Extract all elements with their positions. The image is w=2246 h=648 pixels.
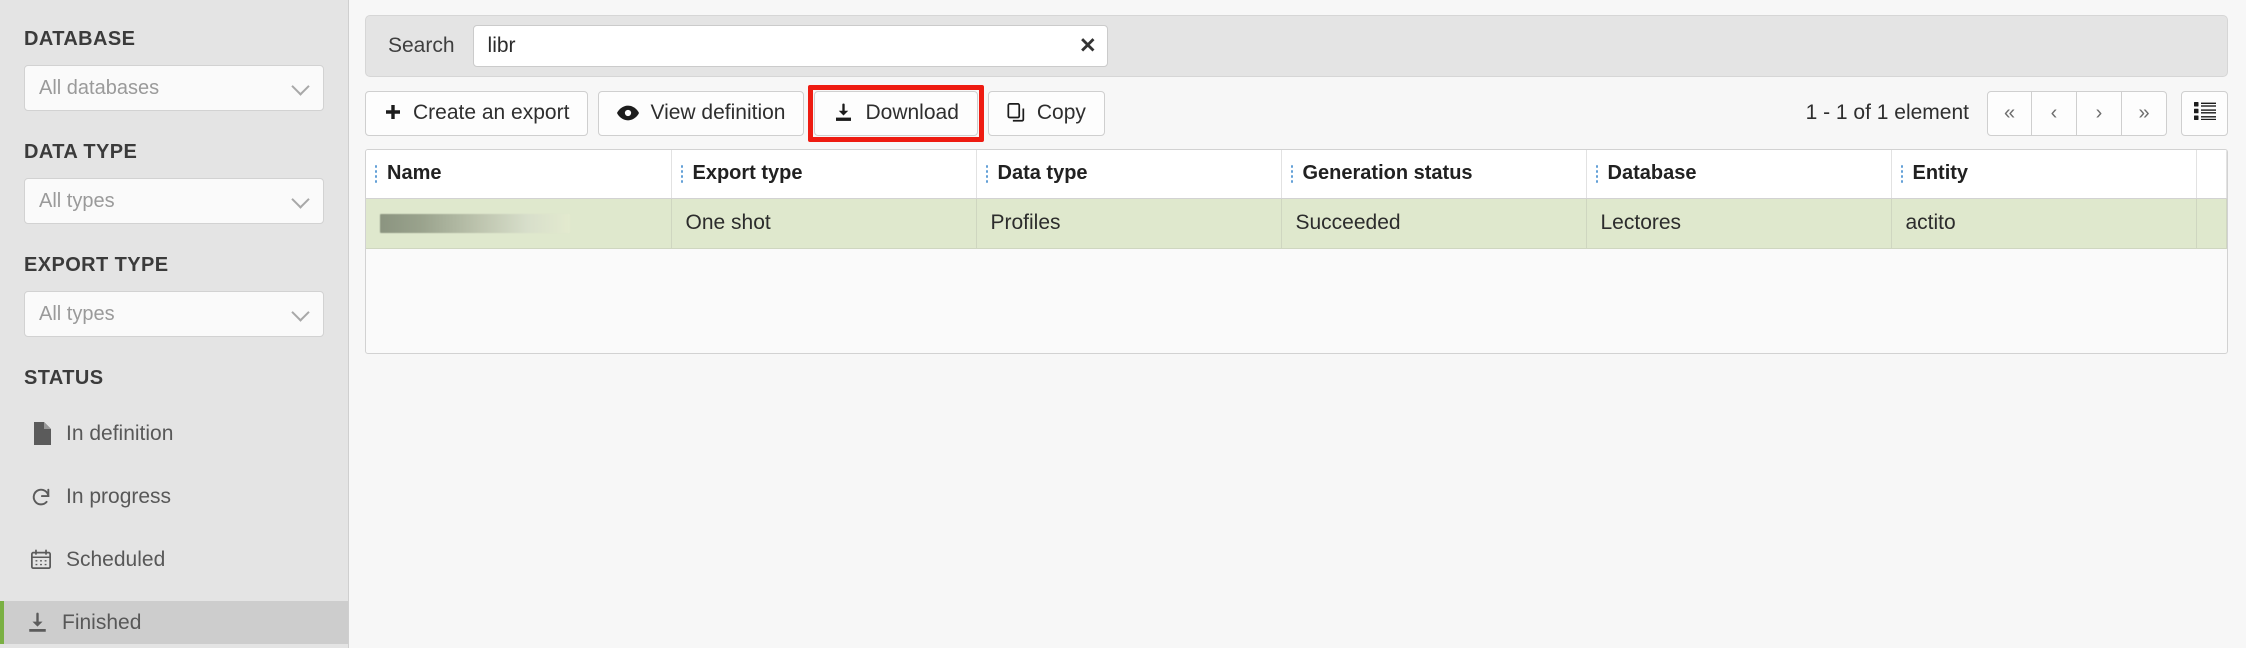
cell-entity: actito bbox=[1891, 198, 2196, 248]
sidebar-item-label: In definition bbox=[66, 422, 173, 446]
create-an-export-button[interactable]: Create an export bbox=[365, 91, 588, 136]
database-select[interactable]: All databases bbox=[24, 65, 324, 111]
column-header-data-type[interactable]: Data type bbox=[976, 150, 1281, 198]
button-label: View definition bbox=[650, 101, 785, 125]
export-type-select-value: All types bbox=[39, 303, 115, 326]
cell-data-type: Profiles bbox=[976, 198, 1281, 248]
cell-spacer bbox=[2196, 198, 2227, 248]
first-page-button[interactable]: « bbox=[1987, 91, 2032, 136]
sidebar-item-in-progress[interactable]: In progress bbox=[0, 475, 348, 518]
data-type-select-value: All types bbox=[39, 190, 115, 213]
drag-handle-icon[interactable] bbox=[680, 164, 684, 184]
copy-button[interactable]: Copy bbox=[988, 91, 1105, 136]
prev-page-button[interactable]: ‹ bbox=[2032, 91, 2077, 136]
column-header-generation-status[interactable]: Generation status bbox=[1281, 150, 1586, 198]
sidebar-item-finished[interactable]: Finished bbox=[0, 601, 348, 644]
database-select-value: All databases bbox=[39, 77, 159, 100]
next-page-button[interactable]: › bbox=[2077, 91, 2122, 136]
filters-sidebar: DATABASE All databases DATA TYPE All typ… bbox=[0, 0, 349, 648]
drag-handle-icon[interactable] bbox=[1595, 164, 1599, 184]
filter-group-database: DATABASE All databases bbox=[0, 0, 348, 111]
download-button[interactable]: Download bbox=[814, 91, 977, 136]
filter-group-export-type: EXPORT TYPE All types bbox=[0, 254, 348, 337]
column-header-label: Entity bbox=[1913, 162, 1969, 185]
column-header-name[interactable]: Name bbox=[366, 150, 671, 198]
table-body: One shot Profiles Succeeded Lectores act… bbox=[366, 198, 2227, 248]
copy-icon bbox=[1007, 103, 1026, 123]
list-view-icon bbox=[2194, 102, 2216, 125]
pagination-buttons: « ‹ › » bbox=[1987, 91, 2167, 136]
action-toolbar: Create an export View definition Downloa… bbox=[365, 89, 2228, 137]
calendar-icon bbox=[28, 549, 54, 570]
column-header-spacer bbox=[2196, 150, 2227, 198]
cell-generation-status: Succeeded bbox=[1281, 198, 1586, 248]
filter-label-database: DATABASE bbox=[24, 28, 324, 51]
column-header-entity[interactable]: Entity bbox=[1891, 150, 2196, 198]
close-icon[interactable]: ✕ bbox=[1079, 36, 1097, 57]
exports-table: Name Export type Data type Generation st… bbox=[366, 150, 2227, 249]
table-row[interactable]: One shot Profiles Succeeded Lectores act… bbox=[366, 198, 2227, 248]
column-header-export-type[interactable]: Export type bbox=[671, 150, 976, 198]
eye-icon bbox=[617, 105, 639, 121]
sidebar-item-label: Scheduled bbox=[66, 548, 165, 572]
cell-export-type: One shot bbox=[671, 198, 976, 248]
filter-label-data-type: DATA TYPE bbox=[24, 141, 324, 164]
cell-name bbox=[366, 198, 671, 248]
column-header-label: Export type bbox=[693, 162, 803, 185]
filter-group-data-type: DATA TYPE All types bbox=[0, 141, 348, 224]
search-input-wrapper[interactable]: ✕ bbox=[473, 25, 1108, 67]
data-type-select[interactable]: All types bbox=[24, 178, 324, 224]
plus-icon bbox=[384, 104, 402, 122]
exports-table-panel: Name Export type Data type Generation st… bbox=[365, 149, 2228, 354]
view-definition-button[interactable]: View definition bbox=[598, 91, 804, 136]
sidebar-item-in-definition[interactable]: In definition bbox=[0, 412, 348, 455]
download-icon bbox=[24, 612, 50, 634]
main-content: Search ✕ Create an export View definitio… bbox=[349, 0, 2246, 648]
pagination-count: 1 - 1 of 1 element bbox=[1806, 101, 1969, 125]
column-header-database[interactable]: Database bbox=[1586, 150, 1891, 198]
pagination-area: 1 - 1 of 1 element « ‹ › » bbox=[1806, 91, 2228, 136]
sidebar-item-label: Finished bbox=[62, 611, 141, 635]
download-icon bbox=[833, 103, 854, 123]
search-panel: Search ✕ bbox=[365, 15, 2228, 77]
button-label: Download bbox=[865, 101, 958, 125]
export-type-select[interactable]: All types bbox=[24, 291, 324, 337]
filter-label-export-type: EXPORT TYPE bbox=[24, 254, 324, 277]
drag-handle-icon[interactable] bbox=[1900, 164, 1904, 184]
table-header: Name Export type Data type Generation st… bbox=[366, 150, 2227, 198]
sidebar-item-scheduled[interactable]: Scheduled bbox=[0, 538, 348, 581]
column-header-label: Name bbox=[387, 162, 441, 185]
redacted-name-value bbox=[380, 214, 570, 233]
last-page-button[interactable]: » bbox=[2122, 91, 2167, 136]
drag-handle-icon[interactable] bbox=[374, 164, 378, 184]
list-view-button[interactable] bbox=[2181, 91, 2228, 136]
chevron-down-icon bbox=[291, 77, 309, 95]
file-icon bbox=[28, 422, 54, 445]
sidebar-item-label: In progress bbox=[66, 485, 171, 509]
button-label: Create an export bbox=[413, 101, 569, 125]
status-section-title: STATUS bbox=[0, 367, 348, 390]
drag-handle-icon[interactable] bbox=[985, 164, 989, 184]
column-header-label: Database bbox=[1608, 162, 1697, 185]
button-label: Copy bbox=[1037, 101, 1086, 125]
chevron-down-icon bbox=[291, 190, 309, 208]
drag-handle-icon[interactable] bbox=[1290, 164, 1294, 184]
cell-database: Lectores bbox=[1586, 198, 1891, 248]
app-root: DATABASE All databases DATA TYPE All typ… bbox=[0, 0, 2246, 648]
search-label: Search bbox=[388, 34, 455, 58]
table-header-row: Name Export type Data type Generation st… bbox=[366, 150, 2227, 198]
chevron-down-icon bbox=[291, 303, 309, 321]
refresh-icon bbox=[28, 486, 54, 508]
column-header-label: Data type bbox=[998, 162, 1088, 185]
column-header-label: Generation status bbox=[1303, 162, 1473, 185]
status-filter-section: STATUS In definition In progress Schedul… bbox=[0, 367, 348, 644]
search-input[interactable] bbox=[486, 33, 1071, 59]
